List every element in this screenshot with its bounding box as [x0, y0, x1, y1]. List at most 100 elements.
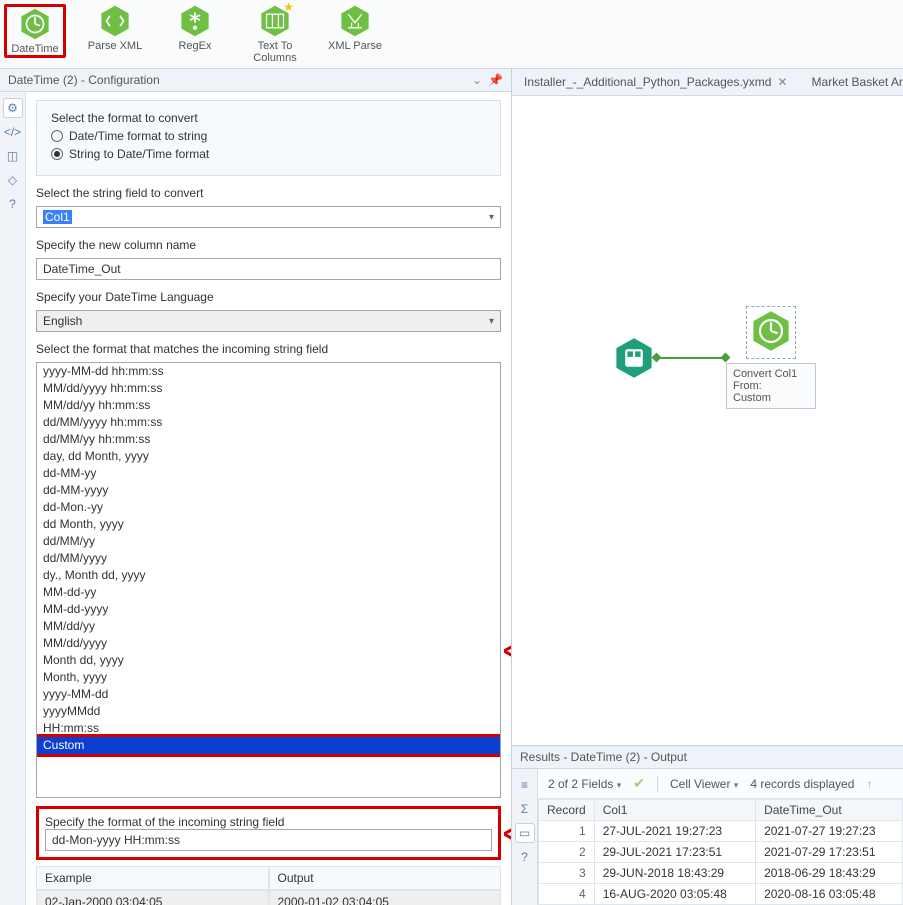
example-value: 02-Jan-2000 03:04:05	[36, 890, 269, 905]
chevron-down-icon: ▾	[489, 316, 494, 327]
cell-datetime-out: 2021-07-29 17:23:51	[756, 842, 903, 863]
cell-record: 1	[539, 821, 595, 842]
cellviewer-dropdown[interactable]: Cell Viewer ▾	[670, 777, 738, 791]
chevron-down-icon[interactable]: ⌄	[472, 73, 482, 87]
input-value: dd-Mon-yyyy HH:mm:ss	[52, 833, 180, 847]
connection-wire	[656, 357, 726, 359]
list-item[interactable]: MM/dd/yyyy	[37, 635, 500, 652]
cell-record: 3	[539, 863, 595, 884]
list-item[interactable]: yyyyMMdd	[37, 703, 500, 720]
tab-label: Market Basket Ana	[812, 75, 903, 89]
tool-regex[interactable]: RegEx	[164, 4, 226, 52]
example-header-row: Example Output	[36, 866, 501, 890]
star-icon: ★	[283, 0, 294, 14]
divider	[657, 776, 658, 792]
list-item[interactable]: Month dd, yyyy	[37, 652, 500, 669]
input-node[interactable]	[612, 336, 656, 380]
custom-format-highlight: Specify the format of the incoming strin…	[36, 806, 501, 860]
tool-label: Parse XML	[88, 40, 142, 52]
list-item[interactable]: day, dd Month, yyyy	[37, 448, 500, 465]
datetime-node[interactable]: Convert Col1 From: Custom	[726, 306, 816, 409]
sidetab-sigma-icon[interactable]: Σ	[515, 799, 535, 819]
table-row[interactable]: 3 29-JUN-2018 18:43:29 2018-06-29 18:43:…	[539, 863, 903, 884]
list-item[interactable]: dd/MM/yy	[37, 533, 500, 550]
radio-label: Date/Time format to string	[69, 129, 207, 143]
arrow-up-icon[interactable]: ↑	[866, 777, 872, 791]
tool-datetime[interactable]: DateTime	[4, 4, 66, 58]
sidetab-list-icon[interactable]: ≡	[515, 775, 535, 795]
cell-record: 4	[539, 884, 595, 905]
radio-label: String to Date/Time format	[69, 147, 209, 161]
highlight-arrow-icon	[504, 639, 511, 666]
list-item[interactable]: MM-dd-yy	[37, 584, 500, 601]
format-listbox[interactable]: yyyy-MM-dd hh:mm:ssMM/dd/yyyy hh:mm:ssMM…	[36, 362, 501, 798]
list-item[interactable]: dd/MM/yyyy	[37, 550, 500, 567]
list-item[interactable]: dd-MM-yyyy	[37, 482, 500, 499]
language-select[interactable]: English ▾	[36, 310, 501, 332]
check-icon[interactable]: ✔	[633, 775, 645, 792]
format-convert-group: Select the format to convert Date/Time f…	[36, 100, 501, 176]
col-record[interactable]: Record	[539, 800, 595, 821]
list-item[interactable]: dd/MM/yy hh:mm:ss	[37, 431, 500, 448]
string-field-select[interactable]: Col1 ▾	[36, 206, 501, 228]
results-grid[interactable]: Record Col1 DateTime_Out 1 27-JUL-2021 1…	[538, 799, 903, 905]
node-caption: Convert Col1 From: Custom	[726, 363, 816, 409]
cell-datetime-out: 2018-06-29 18:43:29	[756, 863, 903, 884]
results-panel: Results - DateTime (2) - Output ≡ Σ ▭ ? …	[512, 745, 903, 905]
chevron-down-icon: ▾	[489, 212, 494, 223]
pin-icon[interactable]: 📌	[488, 73, 503, 87]
tab-market-basket[interactable]: Market Basket Ana	[808, 73, 903, 91]
results-toolbar: 2 of 2 Fields ▾ ✔ Cell Viewer ▾ 4 record…	[538, 769, 903, 799]
radio-date-to-string[interactable]: Date/Time format to string	[51, 129, 486, 143]
sidetab-doc-icon[interactable]: ▭	[515, 823, 535, 843]
cell-col1: 16-AUG-2020 03:05:48	[594, 884, 755, 905]
sidetab-tag-icon[interactable]: ◇	[3, 170, 23, 190]
output-value: 2000-01-02 03:04:05	[269, 890, 502, 905]
caption-line: Convert Col1	[733, 368, 809, 380]
col-col1[interactable]: Col1	[594, 800, 755, 821]
table-row[interactable]: 4 16-AUG-2020 03:05:48 2020-08-16 03:05:…	[539, 884, 903, 905]
sidetab-flow-icon[interactable]: ◫	[3, 146, 23, 166]
new-column-input[interactable]: DateTime_Out	[36, 258, 501, 280]
sidetab-help-icon[interactable]: ?	[515, 847, 535, 867]
text-to-columns-icon: ★	[258, 4, 292, 38]
list-item[interactable]: MM/dd/yy	[37, 618, 500, 635]
workflow-canvas[interactable]: Convert Col1 From: Custom	[512, 96, 903, 745]
results-title: Results - DateTime (2) - Output	[512, 746, 903, 769]
tool-text-to-columns[interactable]: ★ Text To Columns	[244, 4, 306, 64]
newcol-label: Specify the new column name	[36, 238, 501, 252]
tool-xml-parse[interactable]: XML Parse	[324, 4, 386, 52]
list-item[interactable]: dy., Month dd, yyyy	[37, 567, 500, 584]
cell-col1: 29-JUN-2018 18:43:29	[594, 863, 755, 884]
tool-parse-xml[interactable]: Parse XML	[84, 4, 146, 52]
list-item[interactable]: yyyy-MM-dd	[37, 686, 500, 703]
caption-line: Custom	[733, 392, 809, 404]
list-item[interactable]: MM/dd/yy hh:mm:ss	[37, 397, 500, 414]
list-item[interactable]: MM/dd/yyyy hh:mm:ss	[37, 380, 500, 397]
sidetab-gear-icon[interactable]: ⚙	[3, 98, 23, 118]
table-row[interactable]: 1 27-JUL-2021 19:27:23 2021-07-27 19:27:…	[539, 821, 903, 842]
radio-icon	[51, 130, 63, 142]
cell-datetime-out: 2021-07-27 19:27:23	[756, 821, 903, 842]
col-datetime-out[interactable]: DateTime_Out	[756, 800, 903, 821]
cell-record: 2	[539, 842, 595, 863]
close-icon[interactable]: ✕	[777, 75, 787, 89]
radio-string-to-date[interactable]: String to Date/Time format	[51, 147, 486, 161]
cell-datetime-out: 2020-08-16 03:05:48	[756, 884, 903, 905]
table-row[interactable]: 2 29-JUL-2021 17:23:51 2021-07-29 17:23:…	[539, 842, 903, 863]
list-item[interactable]: dd Month, yyyy	[37, 516, 500, 533]
custom-format-input[interactable]: dd-Mon-yyyy HH:mm:ss	[45, 829, 492, 851]
fields-dropdown[interactable]: 2 of 2 Fields ▾	[548, 777, 621, 791]
config-panel: DateTime (2) - Configuration ⌄ 📌 ⚙ </> ◫…	[0, 69, 512, 905]
sidetab-code-icon[interactable]: </>	[3, 122, 23, 142]
custom-format-label: Specify the format of the incoming strin…	[45, 815, 492, 829]
list-item[interactable]: yyyy-MM-dd hh:mm:ss	[37, 363, 500, 380]
highlight-arrow-icon	[504, 822, 511, 849]
list-item[interactable]: MM-dd-yyyy	[37, 601, 500, 618]
list-item[interactable]: dd-Mon.-yy	[37, 499, 500, 516]
list-item[interactable]: Month, yyyy	[37, 669, 500, 686]
list-item[interactable]: dd/MM/yyyy hh:mm:ss	[37, 414, 500, 431]
sidetab-help-icon[interactable]: ?	[3, 194, 23, 214]
tab-installer[interactable]: Installer_-_Additional_Python_Packages.y…	[520, 73, 792, 91]
list-item[interactable]: dd-MM-yy	[37, 465, 500, 482]
